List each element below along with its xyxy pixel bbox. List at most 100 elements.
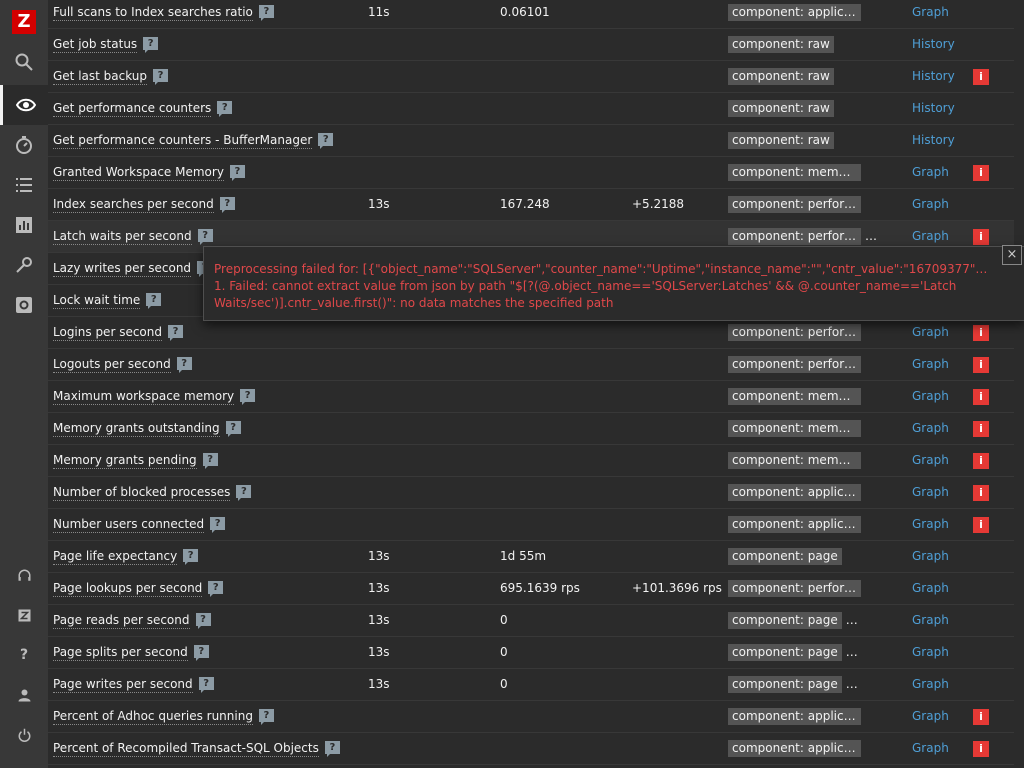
info-icon[interactable]: i — [973, 740, 989, 757]
power-icon[interactable] — [0, 715, 48, 755]
graph-link[interactable]: Graph — [912, 197, 949, 211]
help-hint-icon[interactable]: ? — [198, 677, 214, 693]
tag[interactable]: component: raw — [728, 68, 834, 85]
graph-link[interactable]: Graph — [912, 645, 949, 659]
item-name-link[interactable]: Memory grants outstanding — [53, 421, 220, 437]
info-icon[interactable]: i — [973, 420, 989, 437]
help-hint-icon[interactable]: ? — [236, 485, 252, 501]
help-hint-icon[interactable]: ? — [217, 101, 233, 117]
item-name-link[interactable]: Granted Workspace Memory — [53, 165, 224, 181]
graph-link[interactable]: Graph — [912, 421, 949, 435]
help-hint-icon[interactable]: ? — [183, 549, 199, 565]
graph-link[interactable]: Graph — [912, 453, 949, 467]
graph-link[interactable]: Graph — [912, 357, 949, 371]
graph-link[interactable]: Graph — [912, 581, 949, 595]
search-icon[interactable] — [0, 42, 48, 82]
tag[interactable]: component: memory — [728, 388, 861, 405]
tag[interactable]: component: raw — [728, 36, 834, 53]
graph-link[interactable]: Graph — [912, 389, 949, 403]
tag[interactable]: component: raw — [728, 132, 834, 149]
help-hint-icon[interactable]: ? — [219, 197, 235, 213]
tag[interactable]: component: page — [728, 676, 842, 693]
tag[interactable]: component: raw — [728, 100, 834, 117]
info-icon[interactable]: i — [973, 452, 989, 469]
tag[interactable]: component: application — [728, 4, 861, 21]
graph-link[interactable]: Graph — [912, 5, 949, 19]
graph-link[interactable]: Graph — [912, 165, 949, 179]
z-icon[interactable] — [0, 595, 48, 635]
item-name-link[interactable]: Index searches per second — [53, 197, 214, 213]
more-tags[interactable]: … — [865, 229, 877, 243]
graph-link[interactable]: History — [912, 101, 955, 115]
info-icon[interactable]: i — [973, 484, 989, 501]
help-hint-icon[interactable]: ? — [210, 517, 226, 533]
item-name-link[interactable]: Page lookups per second — [53, 581, 203, 597]
item-name-link[interactable]: Get job status — [53, 37, 138, 53]
item-name-link[interactable]: Get performance counters - BufferManager — [53, 133, 313, 149]
info-icon[interactable]: i — [973, 324, 989, 341]
help-hint-icon[interactable]: ? — [225, 421, 241, 437]
info-icon[interactable]: i — [973, 356, 989, 373]
tag[interactable]: component: memory — [728, 420, 861, 437]
more-tags[interactable]: … — [846, 677, 858, 691]
eye-icon[interactable] — [0, 85, 48, 125]
help-hint-icon[interactable]: ? — [167, 325, 183, 341]
help-hint-icon[interactable]: ? — [193, 645, 209, 661]
wrench-icon[interactable] — [0, 245, 48, 285]
item-name-link[interactable]: Memory grants pending — [53, 453, 197, 469]
graph-link[interactable]: Graph — [912, 517, 949, 531]
tag[interactable]: component: memory — [728, 164, 861, 181]
help-hint-icon[interactable]: ? — [229, 165, 245, 181]
item-name-link[interactable]: Get performance counters — [53, 101, 212, 117]
list-icon[interactable] — [0, 165, 48, 205]
help-icon[interactable]: ? — [0, 635, 48, 675]
item-name-link[interactable]: Logouts per second — [53, 357, 171, 373]
tag[interactable]: component: memory — [728, 452, 861, 469]
tag[interactable]: component: performa… — [728, 196, 861, 213]
graph-link[interactable]: Graph — [912, 677, 949, 691]
item-name-link[interactable]: Lazy writes per second — [53, 261, 192, 277]
more-tags[interactable]: … — [846, 645, 858, 659]
graph-link[interactable]: Graph — [912, 325, 949, 339]
tag[interactable]: component: application — [728, 516, 861, 533]
help-hint-icon[interactable]: ? — [153, 69, 169, 85]
help-hint-icon[interactable]: ? — [208, 581, 224, 597]
item-name-link[interactable]: Page splits per second — [53, 645, 188, 661]
tag[interactable]: component: performa… — [728, 324, 861, 341]
help-hint-icon[interactable]: ? — [258, 709, 274, 725]
info-icon[interactable]: i — [973, 68, 989, 85]
graph-link[interactable]: History — [912, 69, 955, 83]
item-name-link[interactable]: Full scans to Index searches ratio — [53, 5, 253, 21]
graph-link[interactable]: Graph — [912, 229, 949, 243]
item-name-link[interactable]: Percent of Recompiled Transact-SQL Objec… — [53, 741, 319, 757]
tag[interactable]: component: application — [728, 484, 861, 501]
item-name-link[interactable]: Page reads per second — [53, 613, 190, 629]
item-name-link[interactable]: Number users connected — [53, 517, 205, 533]
item-name-link[interactable]: Page life expectancy — [53, 549, 178, 565]
graph-link[interactable]: Graph — [912, 613, 949, 627]
zabbix-logo[interactable]: Z — [12, 10, 36, 34]
item-name-link[interactable]: Get last backup — [53, 69, 148, 85]
headset-icon[interactable] — [0, 555, 48, 595]
help-hint-icon[interactable]: ? — [146, 293, 162, 309]
info-icon[interactable]: i — [973, 228, 989, 245]
item-name-link[interactable]: Percent of Adhoc queries running — [53, 709, 253, 725]
graph-link[interactable]: Graph — [912, 709, 949, 723]
item-name-link[interactable]: Latch waits per second — [53, 229, 192, 245]
info-icon[interactable]: i — [973, 516, 989, 533]
help-hint-icon[interactable]: ? — [318, 133, 334, 149]
help-hint-icon[interactable]: ? — [240, 389, 256, 405]
more-tags[interactable]: … — [846, 613, 858, 627]
help-hint-icon[interactable]: ? — [197, 229, 213, 245]
tag[interactable]: component: application — [728, 740, 861, 757]
chart-icon[interactable] — [0, 205, 48, 245]
item-name-link[interactable]: Number of blocked processes — [53, 485, 231, 501]
graph-link[interactable]: Graph — [912, 741, 949, 755]
tag[interactable]: component: page — [728, 612, 842, 629]
graph-link[interactable]: History — [912, 37, 955, 51]
graph-link[interactable]: History — [912, 133, 955, 147]
item-name-link[interactable]: Page writes per second — [53, 677, 193, 693]
graph-link[interactable]: Graph — [912, 485, 949, 499]
help-hint-icon[interactable]: ? — [195, 613, 211, 629]
timer-icon[interactable] — [0, 125, 48, 165]
